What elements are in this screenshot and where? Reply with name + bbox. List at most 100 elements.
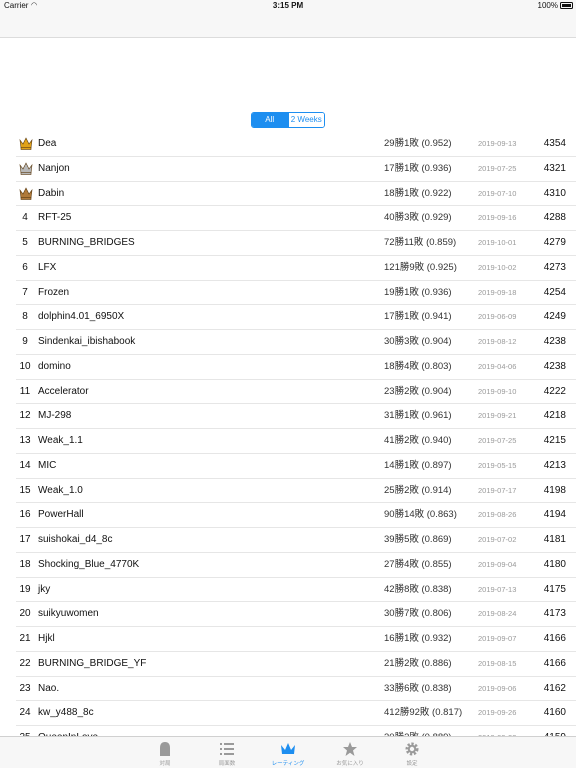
last-game-date: 2019-09-21 <box>478 411 517 421</box>
ranking-row[interactable]: 10 domino 18勝4敗 (0.803) 2019-04-06 4238 <box>16 355 576 380</box>
ranking-row[interactable]: Dea 29勝1敗 (0.952) 2019-09-13 4354 <box>16 132 576 157</box>
rating-value: 4181 <box>543 534 566 545</box>
ranking-row[interactable]: 14 MIC 14勝1敗 (0.897) 2019-05-15 4213 <box>16 454 576 479</box>
ranking-row[interactable]: 4 RFT-25 40勝3敗 (0.929) 2019-09-16 4288 <box>16 206 576 231</box>
segment-all[interactable]: All <box>252 113 288 127</box>
last-game-date: 2019-08-24 <box>478 609 517 619</box>
player-name: LFX <box>38 261 57 273</box>
ranking-row[interactable]: 23 Nao. 33勝6敗 (0.838) 2019-09-06 4162 <box>16 677 576 702</box>
rating-value: 4160 <box>543 707 566 719</box>
ranking-row[interactable]: 9 Sindenkai_ibishabook 30勝3敗 (0.904) 2019-0… <box>16 330 576 355</box>
last-game-date: 2019-04-06 <box>478 361 517 371</box>
rating-value: 4273 <box>543 261 566 273</box>
win-loss-record: 17勝1敗 (0.936) <box>384 162 452 174</box>
win-loss-record: 21勝2敗 (0.886) <box>384 657 452 669</box>
win-loss-record: 25勝2敗 (0.914) <box>384 484 452 496</box>
tab-label: お気に入り <box>336 761 364 767</box>
ranking-row[interactable]: 11 Accelerator 23勝2敗 (0.904) 2019-09-10 4222 <box>16 380 576 405</box>
tab-ghost-piece[interactable]: 対局 <box>130 737 200 768</box>
last-game-date: 2019-08-12 <box>478 337 517 346</box>
ranking-row[interactable]: 16 PowerHall 90勝14敗 (0.863) 2019-08-26 4194 <box>16 503 576 528</box>
navigation-bar <box>0 12 576 38</box>
win-loss-record: 72勝11敗 (0.859) <box>384 237 457 248</box>
battery-percent: 100% <box>537 1 558 10</box>
rating-value: 4354 <box>543 138 566 149</box>
tab-label: 設定 <box>406 761 418 767</box>
win-loss-record: 16勝1敗 (0.932) <box>384 633 452 644</box>
last-game-date: 2019-09-16 <box>478 213 517 223</box>
rating-value: 4238 <box>543 360 566 372</box>
rating-value: 4279 <box>543 237 566 248</box>
player-name: Accelerator <box>38 385 89 397</box>
player-name: Weak_1.1 <box>38 435 83 446</box>
last-game-date: 2019-09-18 <box>478 287 517 297</box>
last-game-date: 2019-08-26 <box>478 510 517 520</box>
ranking-row[interactable]: Nanjon 17勝1敗 (0.936) 2019-07-25 4321 <box>16 157 576 182</box>
win-loss-record: 14勝1敗 (0.897) <box>384 459 452 471</box>
rating-value: 4173 <box>543 608 566 620</box>
ghost-piece-icon <box>157 741 173 757</box>
ranking-row[interactable]: 21 Hjkl 16勝1敗 (0.932) 2019-09-07 4166 <box>16 627 576 652</box>
period-segmented-control: All 2 Weeks <box>251 112 325 128</box>
ranking-row[interactable]: 12 MJ-298 31勝1敗 (0.961) 2019-09-21 4218 <box>16 404 576 429</box>
player-name: BURNING_BRIDGES <box>38 237 135 248</box>
list-icon <box>219 741 235 757</box>
rating-value: 4159 <box>544 726 566 736</box>
rating-value: 4166 <box>543 633 566 644</box>
ranking-row[interactable]: 17 suishokai_d4_8c 39勝5敗 (0.869) 2019-07-02… <box>16 528 576 553</box>
win-loss-record: 31勝1敗 (0.961) <box>384 410 452 422</box>
last-game-date: 2019-07-25 <box>478 163 517 173</box>
last-game-date: 2019-09-07 <box>478 634 517 643</box>
bronze-crown-icon <box>19 186 33 200</box>
gear-icon <box>404 741 420 757</box>
rating-value: 4222 <box>543 385 566 397</box>
win-loss-record: 121勝9敗 (0.925) <box>384 261 457 273</box>
ranking-row[interactable]: 19 jky 42勝8敗 (0.838) 2019-07-13 4175 <box>16 578 576 603</box>
ranking-row[interactable]: 15 Weak_1.0 25勝2敗 (0.914) 2019-07-17 4198 <box>16 479 576 504</box>
win-loss-record: 18勝1敗 (0.922) <box>384 187 452 199</box>
rankings-list[interactable]: Dea 29勝1敗 (0.952) 2019-09-13 4354 Nanjon 17勝1… <box>0 132 576 736</box>
ranking-row[interactable]: 13 Weak_1.1 41勝2敗 (0.940) 2019-07-25 4215 <box>16 429 576 454</box>
player-name: Dea <box>38 138 57 149</box>
player-name: suishokai_d4_8c <box>38 534 113 545</box>
ranking-row[interactable]: 6 LFX 121勝9敗 (0.925) 2019-10-02 4273 <box>16 256 576 281</box>
tab-gear[interactable]: 設定 <box>377 737 447 768</box>
player-name: PowerHall <box>38 509 84 521</box>
star-icon <box>342 741 358 757</box>
ranking-row[interactable]: Dabin 18勝1敗 (0.922) 2019-07-10 4310 <box>16 182 576 207</box>
tab-crown[interactable]: レーティング <box>253 737 323 768</box>
player-name: dolphin4.01_6950X <box>38 311 125 323</box>
win-loss-record: 19勝1敗 (0.936) <box>384 286 452 298</box>
last-game-date: 2019-09-10 <box>478 386 517 396</box>
last-game-date: 2019-05-15 <box>478 460 517 470</box>
player-name: Nao. <box>38 682 60 694</box>
player-name: Shocking_Blue_4770K <box>38 558 140 570</box>
tab-star[interactable]: お気に入り <box>315 737 385 768</box>
win-loss-record: 40勝3敗 (0.929) <box>384 212 452 224</box>
win-loss-record: 90勝14敗 (0.863) <box>384 509 457 521</box>
rating-value: 4213 <box>543 459 566 471</box>
rating-value: 4321 <box>543 162 566 174</box>
tab-list[interactable]: 局面数 <box>192 737 262 768</box>
rating-value: 4310 <box>543 187 566 199</box>
win-loss-record: 30勝3敗 (0.889) <box>384 726 452 736</box>
last-game-date: 2019-07-25 <box>478 436 517 445</box>
last-game-date: 2019-09-04 <box>478 559 517 569</box>
ranking-row[interactable]: 22 BURNING_BRIDGE_YF 21勝2敗 (0.886) 2019-08-… <box>16 652 576 677</box>
player-name: domino <box>38 360 71 372</box>
rating-value: 4218 <box>543 410 566 422</box>
last-game-date: 2019-08-15 <box>478 658 517 668</box>
segment-2-weeks[interactable]: 2 Weeks <box>287 113 324 127</box>
ranking-row[interactable]: 7 Frozen 19勝1敗 (0.936) 2019-09-18 4254 <box>16 281 576 306</box>
ranking-row[interactable]: 5 BURNING_BRIDGES 72勝11敗 (0.859) 2019-10-01… <box>16 231 576 256</box>
status-time: 3:15 PM <box>272 1 304 10</box>
last-game-date: 2019-07-10 <box>478 188 517 198</box>
ranking-row[interactable]: 8 dolphin4.01_6950X 17勝1敗 (0.941) 2019-06-0… <box>16 305 576 330</box>
ranking-row[interactable]: 18 Shocking_Blue_4770K 27勝4敗 (0.855) 2019-0… <box>16 553 576 578</box>
ranking-row[interactable]: 20 suikyuwomen 30勝7敗 (0.806) 2019-08-24 4173 <box>16 602 576 627</box>
ranking-row[interactable]: 25QueenInLove.30勝3敗 (0.889)2019-09-22415… <box>16 726 576 736</box>
win-loss-record: 39勝5敗 (0.869) <box>384 534 452 545</box>
win-loss-record: 23勝2敗 (0.904) <box>384 385 452 397</box>
player-name: MJ-298 <box>38 410 72 422</box>
ranking-row[interactable]: 24 kw_y488_8c 412勝92敗 (0.817) 2019-09-26 416… <box>16 701 576 726</box>
